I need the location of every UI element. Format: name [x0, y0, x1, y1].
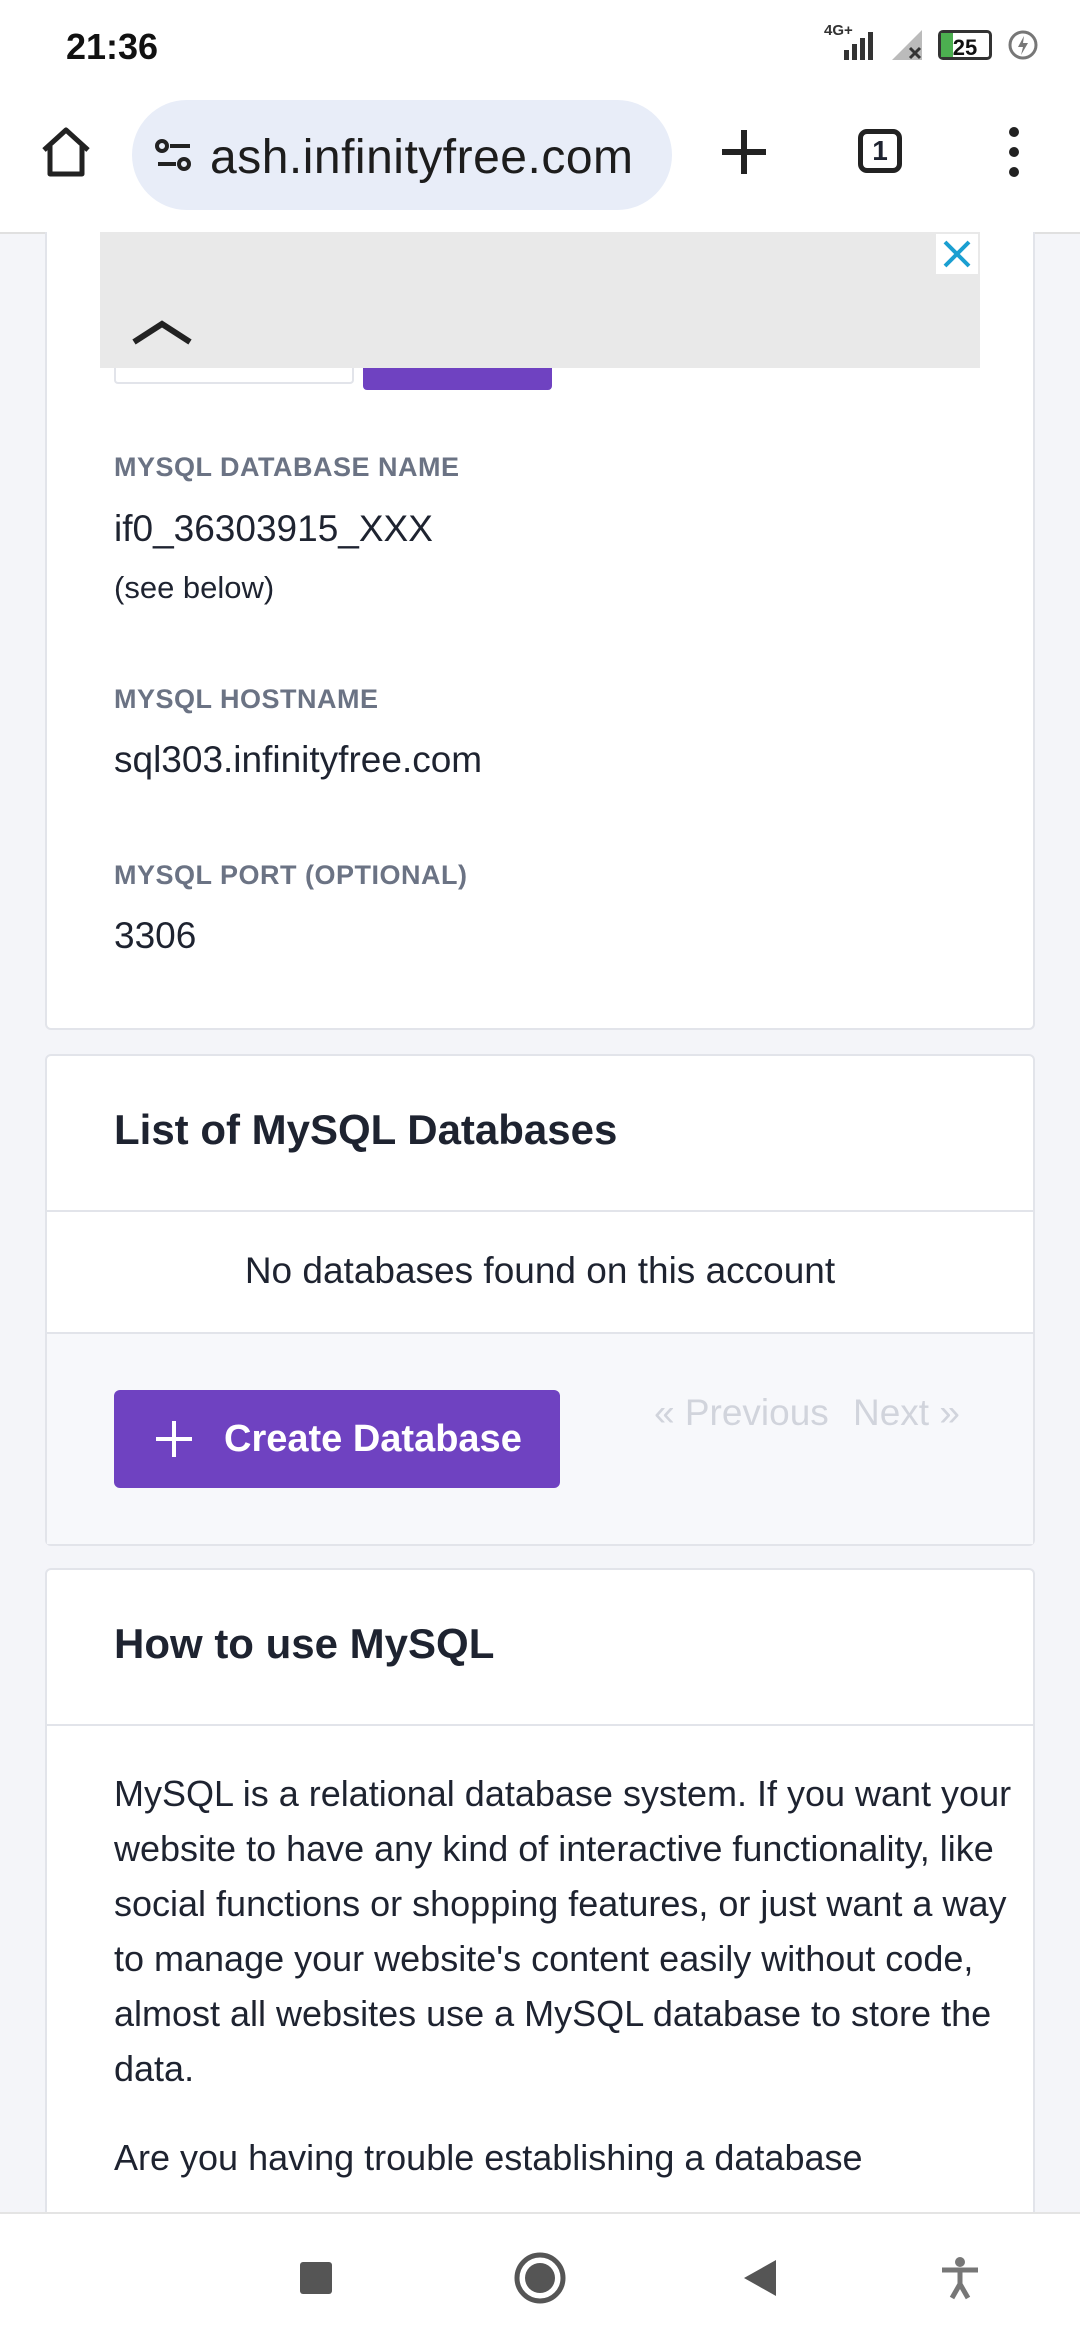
new-tab-icon[interactable] — [716, 124, 772, 180]
signal-no-sim-icon — [892, 30, 922, 60]
recent-apps-icon[interactable] — [298, 2260, 334, 2296]
next-page-link[interactable]: Next » — [853, 1392, 960, 1434]
signal-4g-icon: 4G+ — [824, 22, 876, 62]
page-content: •••••••••• Show/Hide MYSQL DATABASE NAME… — [0, 232, 1080, 2212]
howto-paragraph: MySQL is a relational database system. I… — [114, 1773, 1012, 2089]
clock: 21:36 — [66, 26, 159, 67]
close-ad-icon[interactable] — [936, 234, 978, 274]
divider — [47, 1724, 1033, 1726]
port-value: 3306 — [114, 915, 197, 956]
empty-message: No databases found on this account — [244, 1250, 836, 1291]
hostname-value: sql303.infinityfree.com — [114, 739, 483, 780]
site-settings-icon[interactable] — [154, 136, 194, 176]
power-saver-icon — [1008, 30, 1038, 60]
database-list-card: List of MySQL Databases No databases fou… — [45, 1054, 1035, 1546]
plus-icon — [156, 1421, 192, 1457]
back-icon[interactable] — [742, 2258, 778, 2298]
howto-title: How to use MySQL — [114, 1620, 495, 1667]
home-nav-icon[interactable] — [514, 2252, 566, 2304]
system-nav-bar — [0, 2212, 1080, 2342]
status-bar: 21:36 4G+ 25 — [0, 0, 1080, 96]
status-icons: 4G+ 25 — [824, 22, 1040, 62]
collapse-ad-icon[interactable] — [130, 316, 194, 348]
browser-toolbar: ash.infinityfree.com 1 — [0, 96, 1080, 234]
ad-banner[interactable] — [100, 232, 980, 368]
battery-icon: 25 — [938, 30, 992, 60]
url-text[interactable]: ash.infinityfree.com — [210, 130, 634, 185]
howto-card: How to use MySQL MySQL is a relational d… — [45, 1568, 1035, 2212]
db-name-note: (see below) — [114, 570, 275, 605]
database-list-title: List of MySQL Databases — [114, 1106, 618, 1153]
create-database-label: Create Database — [224, 1417, 522, 1460]
tab-switcher-button[interactable]: 1 — [858, 129, 902, 173]
database-list-footer: Create Database « Previous Next » — [47, 1334, 1033, 1544]
divider — [47, 1210, 1033, 1212]
create-database-button[interactable]: Create Database — [114, 1390, 560, 1488]
previous-page-link[interactable]: « Previous — [654, 1392, 829, 1434]
address-bar[interactable]: ash.infinityfree.com — [132, 100, 672, 210]
more-options-icon[interactable] — [1000, 124, 1028, 180]
home-icon[interactable] — [36, 122, 96, 182]
howto-paragraph-2: Are you having trouble establishing a da… — [114, 2137, 863, 2178]
battery-level: 25 — [952, 35, 978, 60]
db-name-value: if0_36303915_XXX — [114, 508, 433, 549]
db-name-label: MYSQL DATABASE NAME — [114, 452, 460, 482]
port-label: MYSQL PORT (OPTIONAL) — [114, 860, 468, 890]
battery-fill — [941, 33, 953, 57]
accessibility-icon[interactable] — [940, 2256, 980, 2300]
hostname-label: MYSQL HOSTNAME — [114, 684, 379, 714]
